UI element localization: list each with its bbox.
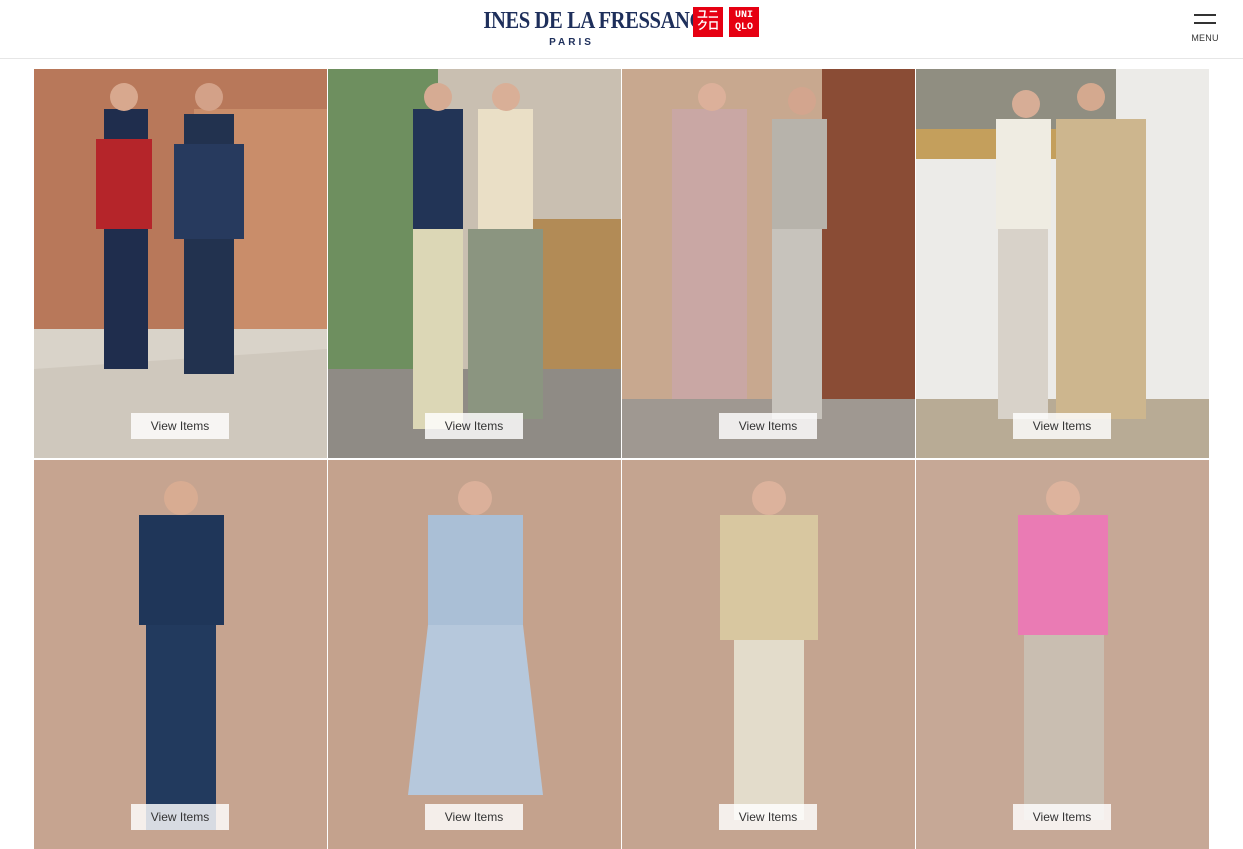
brand-city: PARIS (549, 37, 594, 48)
look-tile-6[interactable]: View Items (328, 460, 621, 849)
look-tile-5[interactable]: View Items (34, 460, 327, 849)
uniqlo-logo[interactable]: ユニ クロ UNI QLO (693, 7, 759, 37)
view-items-button[interactable]: View Items (719, 413, 817, 439)
menu-label: MENU (1191, 33, 1219, 43)
look-tile-1[interactable]: View Items (34, 69, 327, 458)
look-tile-3[interactable]: View Items (622, 69, 915, 458)
view-items-button[interactable]: View Items (1013, 413, 1111, 439)
look-photo (328, 460, 621, 849)
look-tile-4[interactable]: View Items (916, 69, 1209, 458)
look-photo (34, 460, 327, 849)
view-items-button[interactable]: View Items (425, 413, 523, 439)
look-tile-8[interactable]: View Items (916, 460, 1209, 849)
look-photo (916, 69, 1209, 458)
uniqlo-logo-latin: UNI QLO (729, 7, 759, 37)
uniqlo-logo-katakana: ユニ クロ (693, 7, 723, 37)
brand-logo[interactable]: INES DE LA FRESSANGE PARIS (469, 8, 719, 50)
look-photo (34, 69, 327, 458)
brand-name: INES DE LA FRESSANGE (483, 8, 719, 34)
look-tile-2[interactable]: View Items (328, 69, 621, 458)
hamburger-icon (1194, 14, 1216, 24)
look-photo (916, 460, 1209, 849)
view-items-button[interactable]: View Items (425, 804, 523, 830)
look-photo (328, 69, 621, 458)
look-tile-7[interactable]: View Items (622, 460, 915, 849)
view-items-button[interactable]: View Items (131, 804, 229, 830)
menu-button[interactable]: MENU (1184, 12, 1226, 46)
view-items-button[interactable]: View Items (131, 413, 229, 439)
look-photo (622, 460, 915, 849)
view-items-button[interactable]: View Items (719, 804, 817, 830)
look-photo (622, 69, 915, 458)
site-header: INES DE LA FRESSANGE PARIS ユニ クロ UNI QLO … (0, 0, 1243, 59)
view-items-button[interactable]: View Items (1013, 804, 1111, 830)
